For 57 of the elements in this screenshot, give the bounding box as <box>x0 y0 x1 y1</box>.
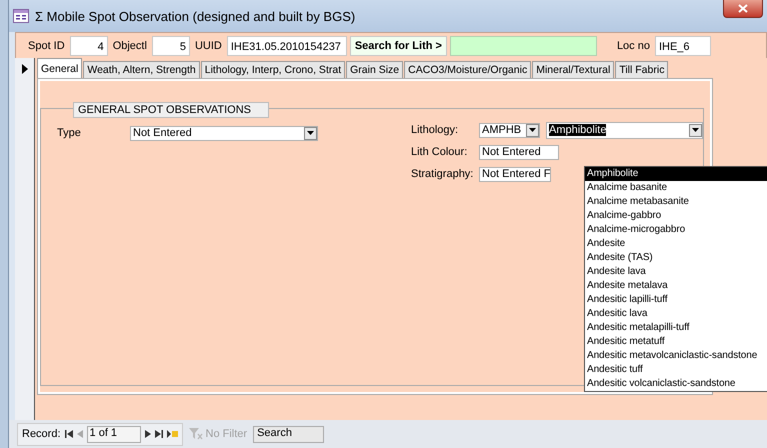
window-title: Σ Mobile Spot Observation (designed and built by BGS) <box>35 8 356 24</box>
field-label: UUID <box>194 40 223 52</box>
type-combo[interactable]: Not Entered <box>130 126 318 140</box>
tab[interactable]: CACO3/Moisture/Organic <box>404 61 532 78</box>
current-record-icon <box>22 64 28 74</box>
tab[interactable]: Grain Size <box>346 61 404 78</box>
dropdown-item[interactable]: Andesitic volcaniclastic-sandstone <box>585 377 767 391</box>
dropdown-item[interactable]: Andesitic lapilli-tuff <box>585 293 767 307</box>
dropdown-item[interactable]: Andesite (TAS) <box>585 251 767 265</box>
dropdown-item[interactable]: Amphibolite <box>585 167 767 181</box>
search-button[interactable]: Search for Lith > <box>350 36 447 56</box>
field-label: Loc no <box>616 40 651 52</box>
dropdown-item[interactable]: Analcime-microgabbro <box>585 223 767 237</box>
input-field[interactable]: 5 <box>152 36 190 56</box>
search-field[interactable]: Search <box>253 426 324 442</box>
tab[interactable]: General <box>37 58 82 78</box>
close-icon <box>738 4 748 13</box>
first-record-icon[interactable] <box>64 430 73 438</box>
tab[interactable]: Lithology, Interp, Crono, Strat <box>200 61 346 78</box>
dropdown-item[interactable]: Andesite metalava <box>585 279 767 293</box>
input-field[interactable]: Not Entered <box>479 144 559 160</box>
record-selector[interactable] <box>15 58 35 420</box>
close-button[interactable] <box>723 0 763 18</box>
input-field[interactable]: Not Entered F <box>479 166 551 182</box>
form-icon <box>13 9 29 23</box>
field-label: Stratigraphy: <box>411 168 474 180</box>
dropdown-item[interactable]: Andesitic tuff <box>585 363 767 377</box>
tab[interactable]: Mineral/Textural <box>532 61 614 78</box>
new-record-icon[interactable] <box>166 430 178 438</box>
filter-icon <box>188 428 203 440</box>
field-label: Spot ID <box>27 40 66 52</box>
dropdown-item[interactable]: Analcime-gabbro <box>585 209 767 223</box>
last-record-icon[interactable] <box>154 430 163 438</box>
dropdown-item[interactable]: Andesitic metavolcaniclastic-sandstone <box>585 349 767 363</box>
record-label: Record: <box>22 428 61 440</box>
dropdown-item[interactable]: Analcime basanite <box>585 181 767 195</box>
field-label: Lithology: <box>411 124 460 136</box>
input-field[interactable]: 4 <box>70 36 108 56</box>
lithology-code-combo[interactable]: AMPHB <box>479 122 540 138</box>
dropdown-item[interactable]: Andesitic metatuff <box>585 335 767 349</box>
dropdown-item[interactable]: Andesite lava <box>585 265 767 279</box>
input-field[interactable]: IHE_6 <box>654 36 711 56</box>
dropdown-item[interactable]: Andesitic metalapilli-tuff <box>585 321 767 335</box>
search-field[interactable] <box>450 36 597 56</box>
record-position-field[interactable]: 1 of 1 <box>86 426 141 442</box>
tab[interactable]: Weath, Altern, Strength <box>83 61 200 78</box>
lithology-name-combo[interactable]: Amphibolite <box>546 122 703 138</box>
field-label: Type <box>57 127 82 139</box>
field-label: Objectl <box>112 40 148 52</box>
field-label: Lith Colour: <box>411 146 468 158</box>
dropdown-item[interactable]: Andesitic lava <box>585 307 767 321</box>
tab[interactable]: Till Fabric <box>615 61 668 78</box>
next-record-icon[interactable] <box>144 430 151 438</box>
group-title: GENERAL SPOT OBSERVATIONS <box>73 102 269 118</box>
input-field[interactable]: IHE31.05.2010154237 <box>226 36 347 56</box>
dropdown-item[interactable]: Andesite <box>585 237 767 251</box>
dropdown-item[interactable]: Analcime metabasanite <box>585 195 767 209</box>
